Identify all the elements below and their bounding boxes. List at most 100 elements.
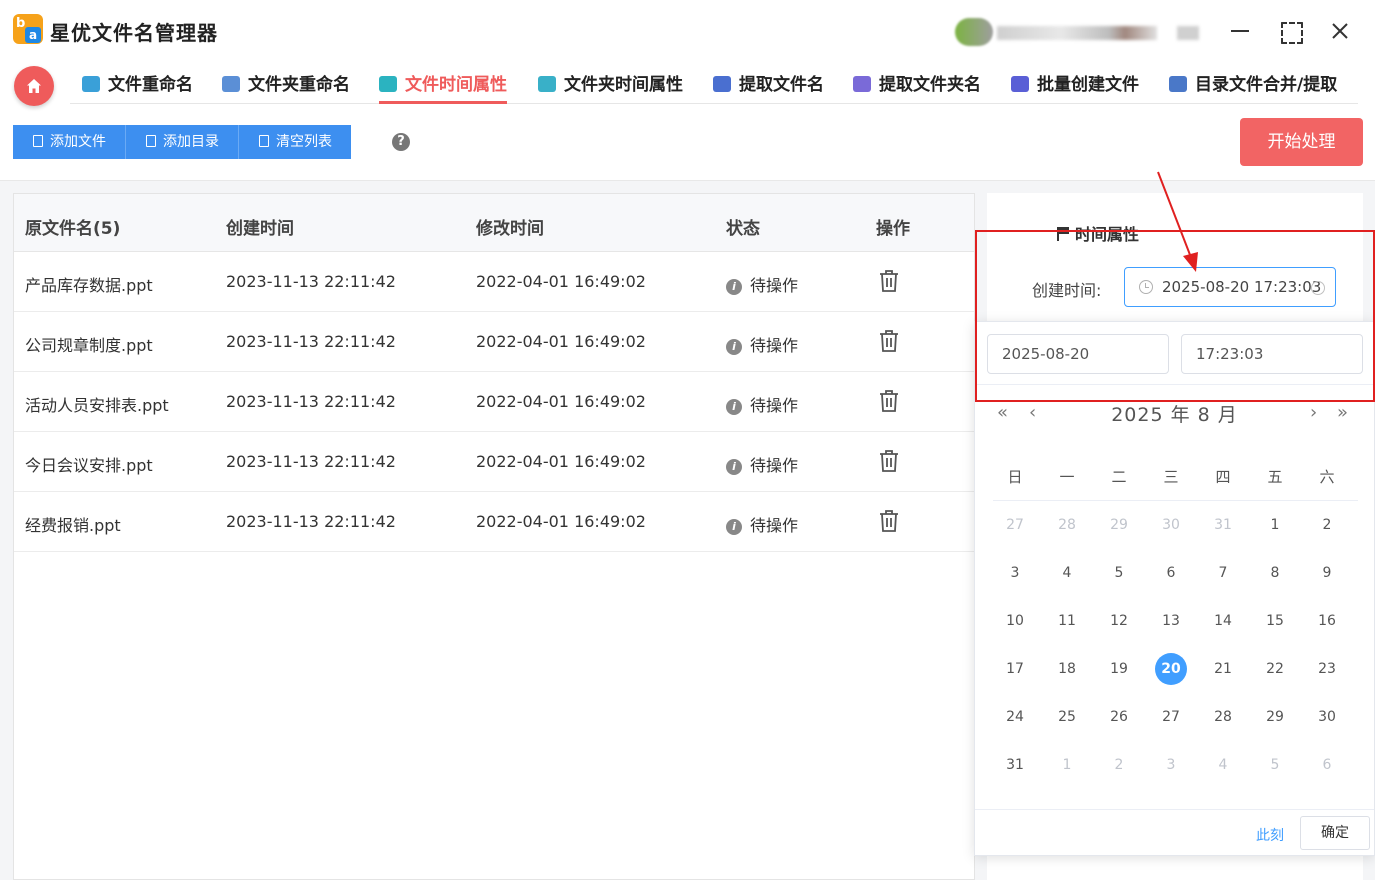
home-icon: [27, 79, 41, 93]
table-row[interactable]: 公司规章制度.ppt 2023-11-13 22:11:42 2022-04-0…: [14, 312, 974, 372]
add-file-button[interactable]: 添加文件: [13, 125, 126, 159]
now-link[interactable]: 此刻: [1256, 825, 1284, 845]
calendar-day-outside[interactable]: 29: [1103, 509, 1135, 541]
clock-icon: [1139, 280, 1153, 294]
extract-filename-icon: [713, 76, 731, 92]
add-directory-button[interactable]: 添加目录: [126, 125, 239, 159]
calendar-day[interactable]: 8: [1259, 557, 1291, 589]
cell-status: i 待操作: [726, 392, 798, 416]
close-button[interactable]: [1325, 16, 1355, 46]
tab-extract-foldername[interactable]: 提取文件夹名: [853, 70, 981, 104]
calendar-day[interactable]: 24: [999, 701, 1031, 733]
calendar-day[interactable]: 14: [1207, 605, 1239, 637]
next-year-icon[interactable]: »: [1337, 402, 1348, 423]
file-toolbar: 添加文件 添加目录 清空列表: [13, 125, 351, 159]
table-row[interactable]: 经费报销.ppt 2023-11-13 22:11:42 2022-04-01 …: [14, 492, 974, 552]
tab-file-rename[interactable]: 文件重命名: [82, 70, 193, 104]
calendar-day-outside[interactable]: 27: [999, 509, 1031, 541]
calendar-day-outside[interactable]: 1: [1051, 749, 1083, 781]
calendar-day[interactable]: 26: [1103, 701, 1135, 733]
table-row[interactable]: 产品库存数据.ppt 2023-11-13 22:11:42 2022-04-0…: [14, 252, 974, 312]
table-row[interactable]: 今日会议安排.ppt 2023-11-13 22:11:42 2022-04-0…: [14, 432, 974, 492]
calendar-day-outside[interactable]: 31: [1207, 509, 1239, 541]
calendar-day[interactable]: 7: [1207, 557, 1239, 589]
delete-row-icon[interactable]: [878, 449, 900, 473]
delete-row-icon[interactable]: [878, 389, 900, 413]
home-button[interactable]: [14, 66, 54, 106]
calendar-day[interactable]: 25: [1051, 701, 1083, 733]
tab-extract-filename[interactable]: 提取文件名: [713, 70, 824, 104]
calendar-day[interactable]: 17: [999, 653, 1031, 685]
clear-icon[interactable]: [1311, 281, 1325, 295]
calendar-day[interactable]: 30: [1311, 701, 1343, 733]
clear-list-button[interactable]: 清空列表: [239, 125, 351, 159]
help-icon[interactable]: ?: [392, 133, 410, 151]
tab-file-time-attributes[interactable]: 文件时间属性: [379, 70, 507, 104]
calendar-day-outside[interactable]: 2: [1103, 749, 1135, 781]
calendar-day-outside[interactable]: 30: [1155, 509, 1187, 541]
calendar-day[interactable]: 4: [1051, 557, 1083, 589]
calendar-day[interactable]: 28: [1207, 701, 1239, 733]
directory-merge-icon: [1169, 76, 1187, 92]
calendar-day[interactable]: 29: [1259, 701, 1291, 733]
tab-batch-create-files[interactable]: 批量创建文件: [1011, 70, 1139, 104]
extract-foldername-icon: [853, 76, 871, 92]
calendar-day[interactable]: 22: [1259, 653, 1291, 685]
calendar-day[interactable]: 16: [1311, 605, 1343, 637]
next-month-icon[interactable]: ›: [1310, 402, 1317, 423]
cell-filename: 公司规章制度.ppt: [25, 336, 153, 355]
file-time-icon: [379, 76, 397, 92]
user-account[interactable]: [955, 18, 1205, 46]
avatar: [955, 18, 993, 46]
delete-row-icon[interactable]: [878, 509, 900, 533]
weekday-header: 日: [1007, 468, 1023, 486]
cell-filename: 经费报销.ppt: [25, 516, 121, 535]
confirm-button[interactable]: 确定: [1300, 816, 1370, 850]
calendar-day[interactable]: 21: [1207, 653, 1239, 685]
info-icon: i: [726, 459, 742, 475]
table-row[interactable]: 活动人员安排表.ppt 2023-11-13 22:11:42 2022-04-…: [14, 372, 974, 432]
calendar-day[interactable]: 1: [1259, 509, 1291, 541]
created-time-input[interactable]: 2025-08-20 17:23:03: [1124, 267, 1336, 307]
calendar-day[interactable]: 15: [1259, 605, 1291, 637]
maximize-button[interactable]: [1275, 16, 1305, 46]
folder-rename-icon: [222, 76, 240, 92]
calendar-day[interactable]: 27: [1155, 701, 1187, 733]
col-created: 创建时间: [226, 219, 294, 239]
app-title: 星优文件名管理器: [50, 21, 218, 45]
tab-directory-merge-extract[interactable]: 目录文件合并/提取: [1169, 70, 1337, 104]
cell-status: i 待操作: [726, 332, 798, 356]
calendar-day[interactable]: 10: [999, 605, 1031, 637]
calendar-day[interactable]: 2: [1311, 509, 1343, 541]
tab-folder-rename[interactable]: 文件夹重命名: [222, 70, 350, 104]
created-time-label: 创建时间:: [1032, 281, 1102, 300]
main-tabs: 文件重命名 文件夹重命名 文件时间属性 文件夹时间属性 提取文件名 提取文件夹名…: [70, 64, 1358, 104]
calendar-day-outside[interactable]: 28: [1051, 509, 1083, 541]
cell-modified: 2022-04-01 16:49:02: [476, 392, 646, 411]
minimize-button[interactable]: [1225, 16, 1255, 46]
calendar-day[interactable]: 20: [1155, 653, 1187, 685]
calendar-day[interactable]: 19: [1103, 653, 1135, 685]
picker-time-input[interactable]: 17:23:03: [1181, 334, 1363, 374]
calendar-day[interactable]: 3: [999, 557, 1031, 589]
calendar-day[interactable]: 13: [1155, 605, 1187, 637]
calendar-day-outside[interactable]: 4: [1207, 749, 1239, 781]
weekday-header: 一: [1059, 468, 1075, 486]
delete-row-icon[interactable]: [878, 269, 900, 293]
delete-row-icon[interactable]: [878, 329, 900, 353]
tab-folder-time-attributes[interactable]: 文件夹时间属性: [538, 70, 683, 104]
calendar-day[interactable]: 12: [1103, 605, 1135, 637]
calendar-day[interactable]: 31: [999, 749, 1031, 781]
picker-date-input[interactable]: 2025-08-20: [987, 334, 1169, 374]
calendar-day-outside[interactable]: 3: [1155, 749, 1187, 781]
calendar-day[interactable]: 18: [1051, 653, 1083, 685]
calendar-day[interactable]: 11: [1051, 605, 1083, 637]
calendar-day-outside[interactable]: 6: [1311, 749, 1343, 781]
calendar-day-outside[interactable]: 5: [1259, 749, 1291, 781]
calendar-day[interactable]: 9: [1311, 557, 1343, 589]
calendar-day[interactable]: 23: [1311, 653, 1343, 685]
weekday-header: 五: [1267, 468, 1283, 486]
calendar-day[interactable]: 5: [1103, 557, 1135, 589]
calendar-day[interactable]: 6: [1155, 557, 1187, 589]
start-processing-button[interactable]: 开始处理: [1240, 118, 1363, 166]
